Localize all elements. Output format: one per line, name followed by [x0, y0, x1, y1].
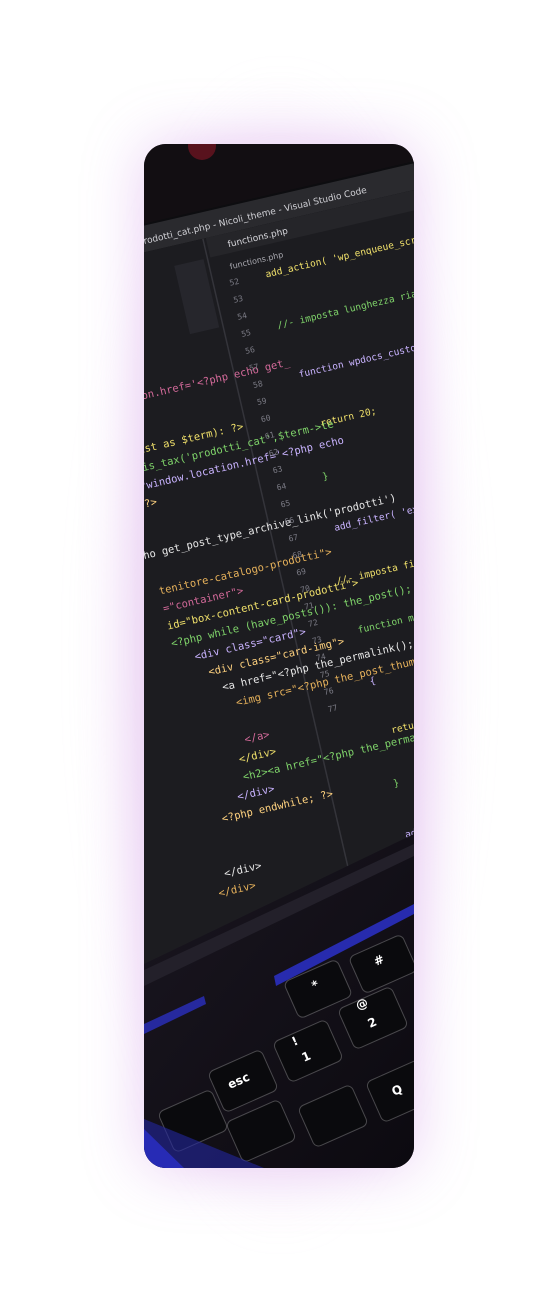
laptop-code-photo: taxonomy-prodotti_cat.php - Nicoli_theme…	[144, 144, 414, 1168]
photo-card: taxonomy-prodotti_cat.php - Nicoli_theme…	[144, 144, 414, 1168]
